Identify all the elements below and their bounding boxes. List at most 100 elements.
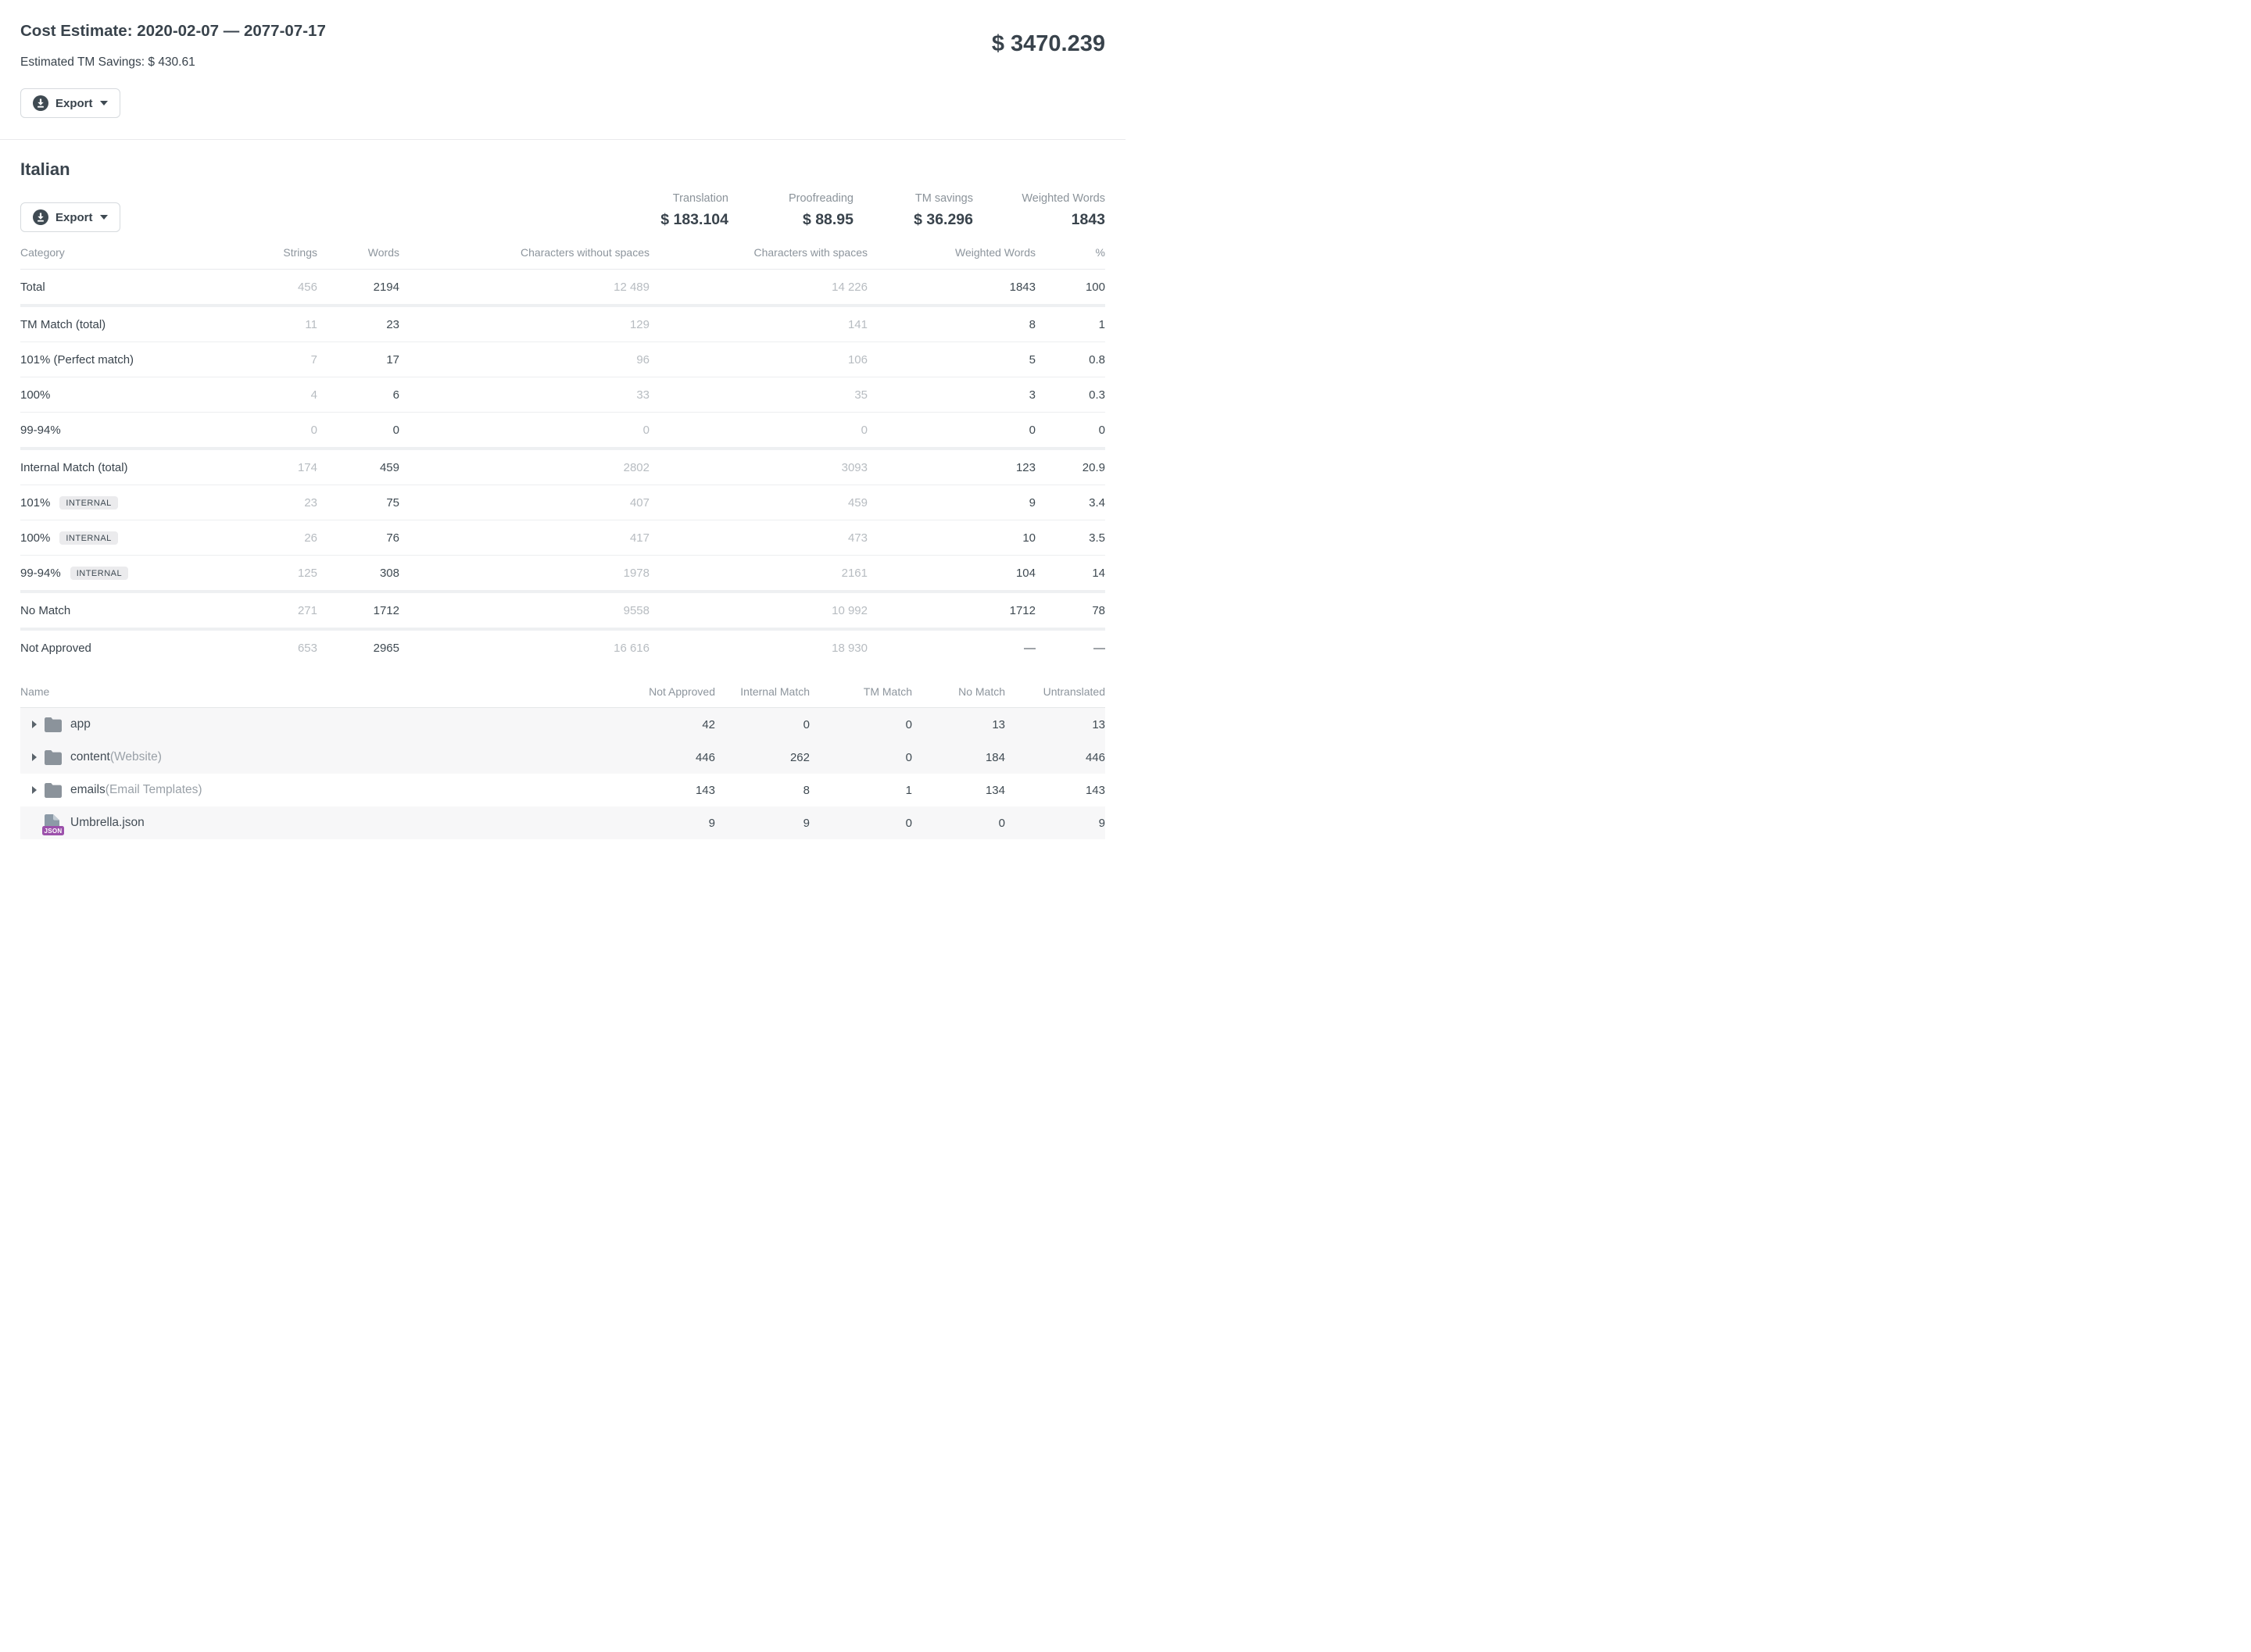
stat-value: 1843 <box>973 211 1105 229</box>
file-row-umbrella-json[interactable]: JSONUmbrella.json99009 <box>20 806 1105 839</box>
cost-table-header-row: CategoryStringsWordsCharacters without s… <box>20 246 1105 270</box>
export-button-label: Export <box>55 97 93 110</box>
file-name: content <box>70 750 110 764</box>
cell-strings: 125 <box>200 556 317 592</box>
cell-words: 0 <box>317 413 399 449</box>
cell-chars-with-spaces: 35 <box>650 377 868 413</box>
cell-words: 75 <box>317 485 399 520</box>
chevron-right-icon[interactable] <box>32 753 37 761</box>
cell-chars-without-spaces: 2802 <box>399 449 650 485</box>
cell-words: 2194 <box>317 270 399 306</box>
json-format-badge: JSON <box>42 826 64 835</box>
cell-no-match: 134 <box>912 774 1005 806</box>
files-section: NameNot ApprovedInternal MatchTM MatchNo… <box>20 685 1105 839</box>
column-header-words: Words <box>317 246 399 270</box>
file-row-app[interactable]: app42001313 <box>20 708 1105 742</box>
cell-untranslated: 143 <box>1005 774 1105 806</box>
category-label: 99-94% <box>20 567 61 580</box>
cell-chars-without-spaces: 417 <box>399 520 650 556</box>
cell-internal-match: 9 <box>715 806 810 839</box>
cell-strings: 11 <box>200 306 317 342</box>
column-header-not-approved: Not Approved <box>590 685 715 708</box>
chevron-right-icon[interactable] <box>32 721 37 728</box>
file-row-content[interactable]: content(Website)4462620184446 <box>20 741 1105 774</box>
language-export-button[interactable]: Export <box>20 202 120 232</box>
cell-strings: 26 <box>200 520 317 556</box>
file-name-wrap: app <box>20 708 590 741</box>
category-label: 100% <box>20 388 50 402</box>
cell-chars-with-spaces: 2161 <box>650 556 868 592</box>
language-title: Italian <box>20 159 120 181</box>
column-header-characters-with-spaces: Characters with spaces <box>650 246 868 270</box>
category-cell: 99-94% INTERNAL <box>20 556 200 592</box>
cost-table-row: 100%INTERNAL2676417473103.5 <box>20 520 1105 556</box>
cell-tm-match: 0 <box>810 708 912 742</box>
internal-badge: INTERNAL <box>59 496 117 510</box>
cell-no-match: 13 <box>912 708 1005 742</box>
internal-badge: INTERNAL <box>70 567 128 580</box>
folder-icon <box>45 748 62 767</box>
cell-chars-without-spaces: 1978 <box>399 556 650 592</box>
cell-strings: 0 <box>200 413 317 449</box>
files-table-head: NameNot ApprovedInternal MatchTM MatchNo… <box>20 685 1105 708</box>
cell-chars-with-spaces: 106 <box>650 342 868 377</box>
page-title: Cost Estimate: 2020-02-07 — 2077-07-17 <box>20 20 326 42</box>
cell-percent: — <box>1036 629 1105 665</box>
cell-chars-with-spaces: 141 <box>650 306 868 342</box>
cell-strings: 271 <box>200 592 317 629</box>
cost-table-row: No Match2711712955810 992171278 <box>20 592 1105 629</box>
cell-strings: 456 <box>200 270 317 306</box>
download-icon <box>33 95 48 111</box>
cell-chars-without-spaces: 96 <box>399 342 650 377</box>
cell-weighted-words: 123 <box>868 449 1036 485</box>
category-cell: 101%INTERNAL <box>20 485 200 520</box>
cell-weighted-words: 9 <box>868 485 1036 520</box>
tm-savings-line: Estimated TM Savings: $ 430.61 <box>20 55 326 70</box>
cell-weighted-words: 104 <box>868 556 1036 592</box>
cell-weighted-words: — <box>868 629 1036 665</box>
language-header: Italian Export Translation$ 183.104Proof… <box>20 159 1105 232</box>
cost-table-row: 99-94% INTERNAL 1253081978216110414 <box>20 556 1105 592</box>
cost-table-row: Total456219412 48914 2261843100 <box>20 270 1105 306</box>
language-header-left: Italian Export <box>20 159 120 232</box>
category-label: 100% <box>20 531 50 545</box>
cell-chars-without-spaces: 12 489 <box>399 270 650 306</box>
column-header-tm-match: TM Match <box>810 685 912 708</box>
cell-percent: 14 <box>1036 556 1105 592</box>
cell-weighted-words: 5 <box>868 342 1036 377</box>
json-file-icon: JSON <box>45 813 62 832</box>
cell-weighted-words: 10 <box>868 520 1036 556</box>
cell-percent: 0.3 <box>1036 377 1105 413</box>
cell-chars-with-spaces: 3093 <box>650 449 868 485</box>
cell-no-match: 0 <box>912 806 1005 839</box>
category-cell: No Match <box>20 592 200 629</box>
cell-words: 308 <box>317 556 399 592</box>
column-header-weighted-words: Weighted Words <box>868 246 1036 270</box>
stat-weighted-words: Weighted Words 1843 <box>973 192 1105 229</box>
chevron-right-icon[interactable] <box>32 786 37 794</box>
column-header-no-match: No Match <box>912 685 1005 708</box>
category-label: Total <box>20 281 45 294</box>
category-label: No Match <box>20 604 70 617</box>
category-cell: 99-94% <box>20 413 200 449</box>
category-cell: 100% <box>20 377 200 413</box>
cell-weighted-words: 1843 <box>868 270 1036 306</box>
cell-percent: 20.9 <box>1036 449 1105 485</box>
cell-chars-with-spaces: 459 <box>650 485 868 520</box>
category-cell: 101% (Perfect match) <box>20 342 200 377</box>
cell-not-approved: 9 <box>590 806 715 839</box>
cell-strings: 7 <box>200 342 317 377</box>
expander-spacer <box>32 823 37 824</box>
category-cell: Not Approved <box>20 629 200 665</box>
category-cell: Total <box>20 270 200 306</box>
stat-label: Weighted Words <box>973 192 1105 205</box>
cell-words: 459 <box>317 449 399 485</box>
export-button[interactable]: Export <box>20 88 120 118</box>
category-cell: Internal Match (total) <box>20 449 200 485</box>
file-name-wrap: JSONUmbrella.json <box>20 806 590 839</box>
file-row-emails[interactable]: emails(Email Templates)14381134143 <box>20 774 1105 806</box>
language-export-button-label: Export <box>55 211 93 224</box>
cost-table: CategoryStringsWordsCharacters without s… <box>20 246 1105 665</box>
language-section: Italian Export Translation$ 183.104Proof… <box>20 159 1105 665</box>
cell-strings: 653 <box>200 629 317 665</box>
